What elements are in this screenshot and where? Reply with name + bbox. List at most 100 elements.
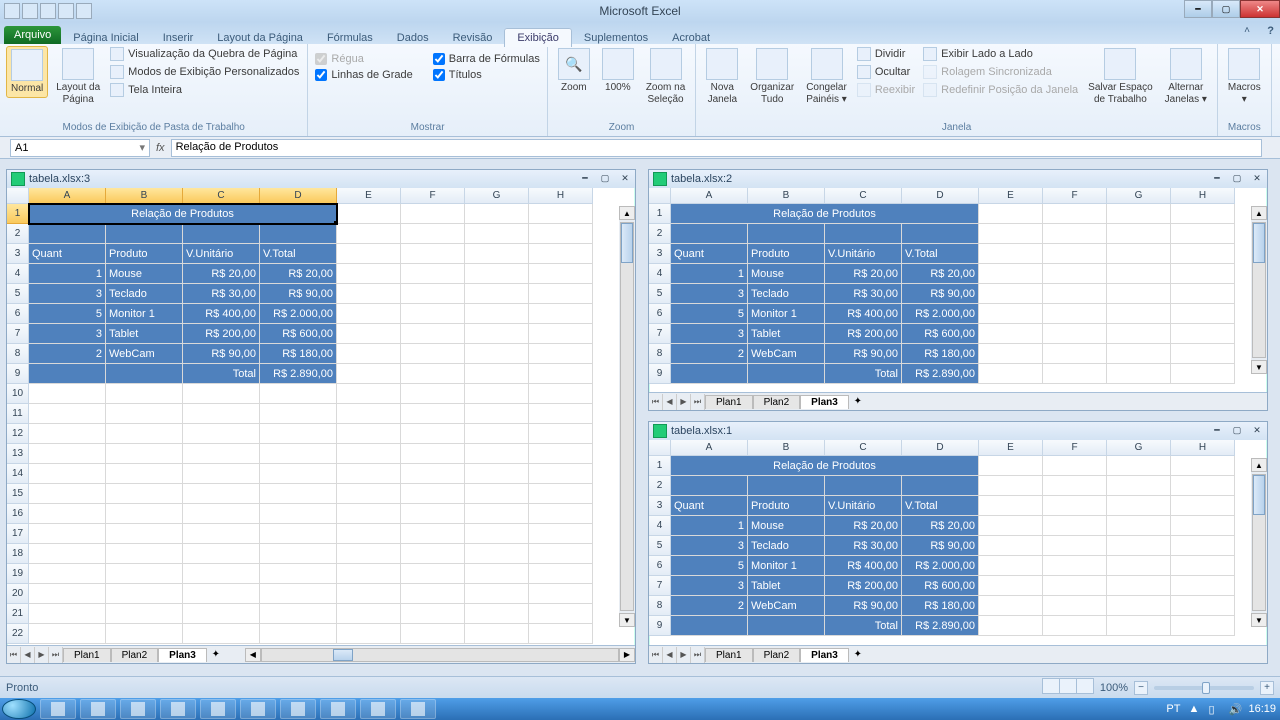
cell[interactable]	[106, 484, 183, 504]
cell[interactable]	[401, 224, 465, 244]
cell[interactable]	[1107, 204, 1171, 224]
child-maximize-button[interactable]: ▢	[1229, 423, 1245, 437]
cell[interactable]	[1043, 224, 1107, 244]
cell[interactable]	[465, 244, 529, 264]
row-header[interactable]: 6	[649, 304, 671, 324]
cell[interactable]	[337, 624, 401, 644]
cell[interactable]	[1107, 244, 1171, 264]
cell[interactable]	[183, 624, 260, 644]
new-sheet-button[interactable]: ✦	[849, 396, 867, 407]
cell[interactable]: R$ 200,00	[825, 324, 902, 344]
cell[interactable]	[337, 304, 401, 324]
cell[interactable]: R$ 30,00	[825, 536, 902, 556]
cell[interactable]	[465, 224, 529, 244]
cell[interactable]	[106, 424, 183, 444]
cell[interactable]: R$ 400,00	[183, 304, 260, 324]
child-maximize-button[interactable]: ▢	[1229, 171, 1245, 185]
cell[interactable]	[106, 584, 183, 604]
child-window-titlebar[interactable]: tabela.xlsx:1━▢✕	[649, 422, 1267, 440]
gridlines-checkbox[interactable]: Linhas de Grade	[314, 68, 413, 82]
name-box[interactable]: A1▾	[10, 139, 150, 157]
cell[interactable]: R$ 20,00	[260, 264, 337, 284]
workbook-window-2[interactable]: tabela.xlsx:2━▢✕ABCDEFGH1Relação de Prod…	[648, 169, 1268, 411]
cell[interactable]	[465, 404, 529, 424]
row-header[interactable]: 16	[7, 504, 29, 524]
column-header[interactable]: E	[337, 188, 401, 204]
cell[interactable]	[401, 584, 465, 604]
cell[interactable]: 3	[671, 536, 748, 556]
cell[interactable]	[979, 576, 1043, 596]
cell[interactable]: R$ 180,00	[902, 344, 979, 364]
formula-bar-checkbox[interactable]: Barra de Fórmulas	[432, 52, 541, 66]
sheet-nav-button[interactable]: ▶	[677, 394, 691, 410]
row-header[interactable]: 4	[7, 264, 29, 284]
row-header[interactable]: 5	[649, 284, 671, 304]
cell[interactable]	[529, 504, 593, 524]
cell[interactable]: R$ 2.000,00	[902, 304, 979, 324]
cell[interactable]	[529, 224, 593, 244]
cell[interactable]: Teclado	[748, 536, 825, 556]
cell[interactable]	[748, 616, 825, 636]
column-header[interactable]: H	[1171, 440, 1235, 456]
row-header[interactable]: 21	[7, 604, 29, 624]
cell[interactable]: Teclado	[748, 284, 825, 304]
cell[interactable]	[29, 404, 106, 424]
zoom-level[interactable]: 100%	[1100, 682, 1128, 694]
file-tab[interactable]: Arquivo	[4, 26, 61, 44]
cell[interactable]	[529, 344, 593, 364]
cell[interactable]	[183, 444, 260, 464]
cell[interactable]	[337, 584, 401, 604]
zoom-100-button[interactable]: 100%	[598, 46, 638, 96]
child-close-button[interactable]: ✕	[617, 171, 633, 185]
cell[interactable]	[1171, 596, 1235, 616]
cell[interactable]	[183, 464, 260, 484]
cell[interactable]	[529, 584, 593, 604]
cell[interactable]	[529, 384, 593, 404]
cell[interactable]	[106, 604, 183, 624]
cell[interactable]: Produto	[748, 244, 825, 264]
ribbon-tab-suplementos[interactable]: Suplementos	[572, 29, 660, 47]
row-header[interactable]: 13	[7, 444, 29, 464]
cell[interactable]	[183, 584, 260, 604]
zoom-selection-button[interactable]: Zoom na Seleção	[642, 46, 689, 108]
cell[interactable]	[29, 364, 106, 384]
ribbon-tab-f-rmulas[interactable]: Fórmulas	[315, 29, 385, 47]
tray-icon[interactable]: ▲	[1188, 703, 1200, 715]
sheet-tab[interactable]: Plan3	[800, 648, 849, 662]
taskbar-app[interactable]	[240, 699, 276, 719]
cell[interactable]: V.Total	[902, 244, 979, 264]
cell[interactable]	[260, 464, 337, 484]
column-header[interactable]: E	[979, 440, 1043, 456]
zoom-in-button[interactable]: +	[1260, 681, 1274, 695]
row-header[interactable]: 7	[7, 324, 29, 344]
row-header[interactable]: 19	[7, 564, 29, 584]
cell[interactable]: Quant	[29, 244, 106, 264]
cell[interactable]	[401, 264, 465, 284]
child-window-titlebar[interactable]: tabela.xlsx:2━▢✕	[649, 170, 1267, 188]
cell[interactable]	[465, 304, 529, 324]
cell[interactable]: 1	[29, 264, 106, 284]
cell[interactable]	[1043, 516, 1107, 536]
view-normal-button[interactable]: Normal	[6, 46, 48, 98]
row-header[interactable]: 1	[7, 204, 29, 224]
sheet-nav-button[interactable]: ⏭	[691, 394, 705, 410]
vertical-scrollbar[interactable]: ▲▼	[1251, 458, 1267, 627]
cell[interactable]: 3	[671, 576, 748, 596]
cell[interactable]: V.Unitário	[825, 496, 902, 516]
cell[interactable]: R$ 30,00	[183, 284, 260, 304]
cell[interactable]	[337, 464, 401, 484]
column-header[interactable]: D	[902, 188, 979, 204]
cell[interactable]	[106, 404, 183, 424]
taskbar-app[interactable]	[80, 699, 116, 719]
row-header[interactable]: 1	[649, 456, 671, 476]
cell[interactable]: R$ 90,00	[825, 344, 902, 364]
vertical-scrollbar[interactable]: ▲▼	[619, 206, 635, 627]
cell[interactable]: R$ 200,00	[825, 576, 902, 596]
cell[interactable]	[529, 324, 593, 344]
column-header[interactable]: A	[671, 188, 748, 204]
cell[interactable]: Mouse	[748, 516, 825, 536]
cell[interactable]	[401, 384, 465, 404]
cell[interactable]	[1043, 596, 1107, 616]
cell[interactable]	[671, 364, 748, 384]
row-header[interactable]: 6	[7, 304, 29, 324]
